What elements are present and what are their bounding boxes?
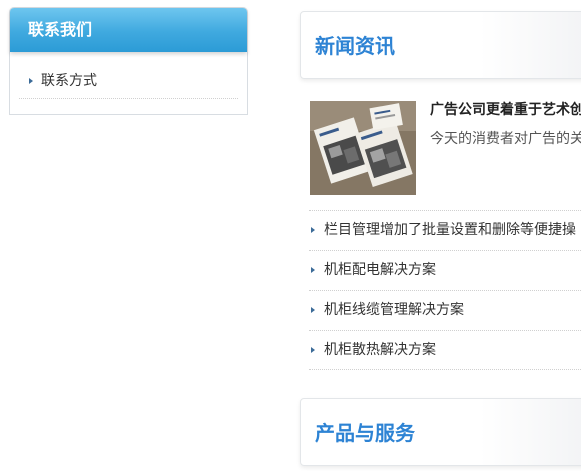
news-item-link[interactable]: 栏目管理增加了批量设置和删除等便捷操 bbox=[324, 222, 576, 238]
news-list: 栏目管理增加了批量设置和删除等便捷操 机柜配电解决方案 机柜线缆管理解决方案 机… bbox=[309, 210, 581, 370]
bullet-arrow-icon bbox=[311, 347, 315, 353]
sidebar-item-label: 联系方式 bbox=[41, 73, 97, 89]
list-item[interactable]: 机柜散热解决方案 bbox=[309, 330, 581, 370]
bullet-arrow-icon bbox=[311, 227, 315, 233]
products-panel-header: 产品与服务 bbox=[300, 398, 581, 466]
featured-news-title[interactable]: 广告公司更着重于艺术创 bbox=[430, 99, 581, 119]
bullet-arrow-icon bbox=[311, 267, 315, 273]
list-item[interactable]: 栏目管理增加了批量设置和删除等便捷操 bbox=[309, 210, 581, 250]
sidebar-title: 联系我们 bbox=[10, 8, 247, 52]
news-section-title: 新闻资讯 bbox=[315, 34, 395, 58]
photo-business-cards-icon bbox=[310, 101, 416, 195]
news-item-link[interactable]: 机柜线缆管理解决方案 bbox=[324, 302, 464, 318]
news-item-link[interactable]: 机柜散热解决方案 bbox=[324, 342, 436, 358]
featured-news-summary: 今天的消费者对广告的关 bbox=[430, 131, 581, 147]
contact-sidebar: 联系我们 联系方式 bbox=[9, 7, 248, 115]
list-item[interactable]: 机柜线缆管理解决方案 bbox=[309, 290, 581, 330]
bullet-arrow-icon bbox=[311, 307, 315, 313]
news-panel-header: 新闻资讯 bbox=[300, 11, 581, 79]
sidebar-item-contact-info[interactable]: 联系方式 bbox=[19, 66, 238, 99]
bullet-arrow-icon bbox=[29, 78, 33, 84]
list-item[interactable]: 机柜配电解决方案 bbox=[309, 250, 581, 290]
news-item-link[interactable]: 机柜配电解决方案 bbox=[324, 262, 436, 278]
featured-news-thumbnail[interactable] bbox=[310, 101, 416, 195]
products-section-title: 产品与服务 bbox=[315, 421, 415, 445]
